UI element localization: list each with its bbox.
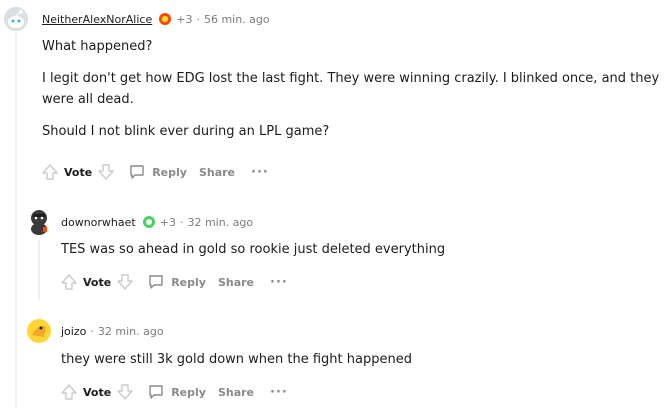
- comment-icon: [130, 165, 144, 179]
- comment-actions: Vote Reply Share ···: [59, 382, 288, 402]
- separator-dot: ·: [179, 215, 184, 229]
- reply-button[interactable]: Reply: [128, 163, 187, 181]
- comment-paragraph: Should I not blink ever during an LPL ga…: [42, 124, 330, 139]
- comment-author[interactable]: downorwhaet: [61, 216, 136, 229]
- vote-label: Vote: [83, 385, 112, 399]
- comment-author[interactable]: NeitherAlexNorAlice: [42, 13, 152, 26]
- comment-score: +3: [176, 12, 193, 26]
- comment-score: +3: [159, 215, 176, 229]
- character-avatar-icon[interactable]: [26, 207, 52, 237]
- thread-line-root[interactable]: [15, 32, 17, 408]
- reply-label: Reply: [152, 165, 187, 179]
- comment-body: What happened? I legit don't get how EDG…: [42, 36, 662, 142]
- thread-line-reply-1[interactable]: [38, 240, 40, 300]
- downvote-icon[interactable]: [115, 382, 135, 402]
- green-badge-icon: [142, 215, 156, 229]
- snoo-avatar-icon[interactable]: [4, 7, 28, 31]
- comment-body: they were still 3k gold down when the fi…: [61, 349, 661, 370]
- more-options-button[interactable]: ···: [270, 385, 288, 400]
- comment-paragraph: I legit don't get how EDG lost the last …: [42, 71, 660, 107]
- more-options-button[interactable]: ···: [251, 165, 269, 180]
- share-button[interactable]: Share: [218, 386, 254, 399]
- comment-body: TES was so ahead in gold so rookie just …: [61, 239, 661, 260]
- comment-time[interactable]: 32 min. ago: [187, 216, 253, 229]
- flame-badge-icon: [158, 12, 172, 26]
- share-button[interactable]: Share: [218, 276, 254, 289]
- downvote-icon[interactable]: [115, 272, 135, 292]
- comment-actions: Vote Reply Share ···: [40, 162, 269, 182]
- yellow-avatar-icon[interactable]: [26, 317, 52, 345]
- comment-icon: [149, 275, 163, 289]
- downvote-icon[interactable]: [96, 162, 116, 182]
- more-options-button[interactable]: ···: [270, 275, 288, 290]
- reply-label: Reply: [171, 275, 206, 289]
- comment-meta: joizo · 32 min. ago: [61, 325, 164, 338]
- upvote-icon[interactable]: [40, 162, 60, 182]
- share-button[interactable]: Share: [199, 166, 235, 179]
- vote-label: Vote: [83, 275, 112, 289]
- comment-time[interactable]: 32 min. ago: [98, 325, 164, 338]
- comment-time[interactable]: 56 min. ago: [204, 13, 270, 26]
- separator-dot: ·: [196, 12, 200, 26]
- comment-meta: NeitherAlexNorAlice +3 · 56 min. ago: [42, 12, 270, 26]
- comment-paragraph: they were still 3k gold down when the fi…: [61, 352, 412, 367]
- comment-paragraph: TES was so ahead in gold so rookie just …: [61, 242, 446, 257]
- comment-paragraph: What happened?: [42, 39, 153, 54]
- comment-actions: Vote Reply Share ···: [59, 272, 288, 292]
- reply-button[interactable]: Reply: [147, 273, 206, 291]
- reply-button[interactable]: Reply: [147, 383, 206, 401]
- vote-label: Vote: [64, 165, 93, 179]
- comment-author[interactable]: joizo: [61, 325, 86, 338]
- comment-icon: [149, 385, 163, 399]
- upvote-icon[interactable]: [59, 272, 79, 292]
- separator-dot: ·: [90, 325, 94, 338]
- reply-label: Reply: [171, 385, 206, 399]
- comment-meta: downorwhaet +3 · 32 min. ago: [61, 215, 253, 229]
- upvote-icon[interactable]: [59, 382, 79, 402]
